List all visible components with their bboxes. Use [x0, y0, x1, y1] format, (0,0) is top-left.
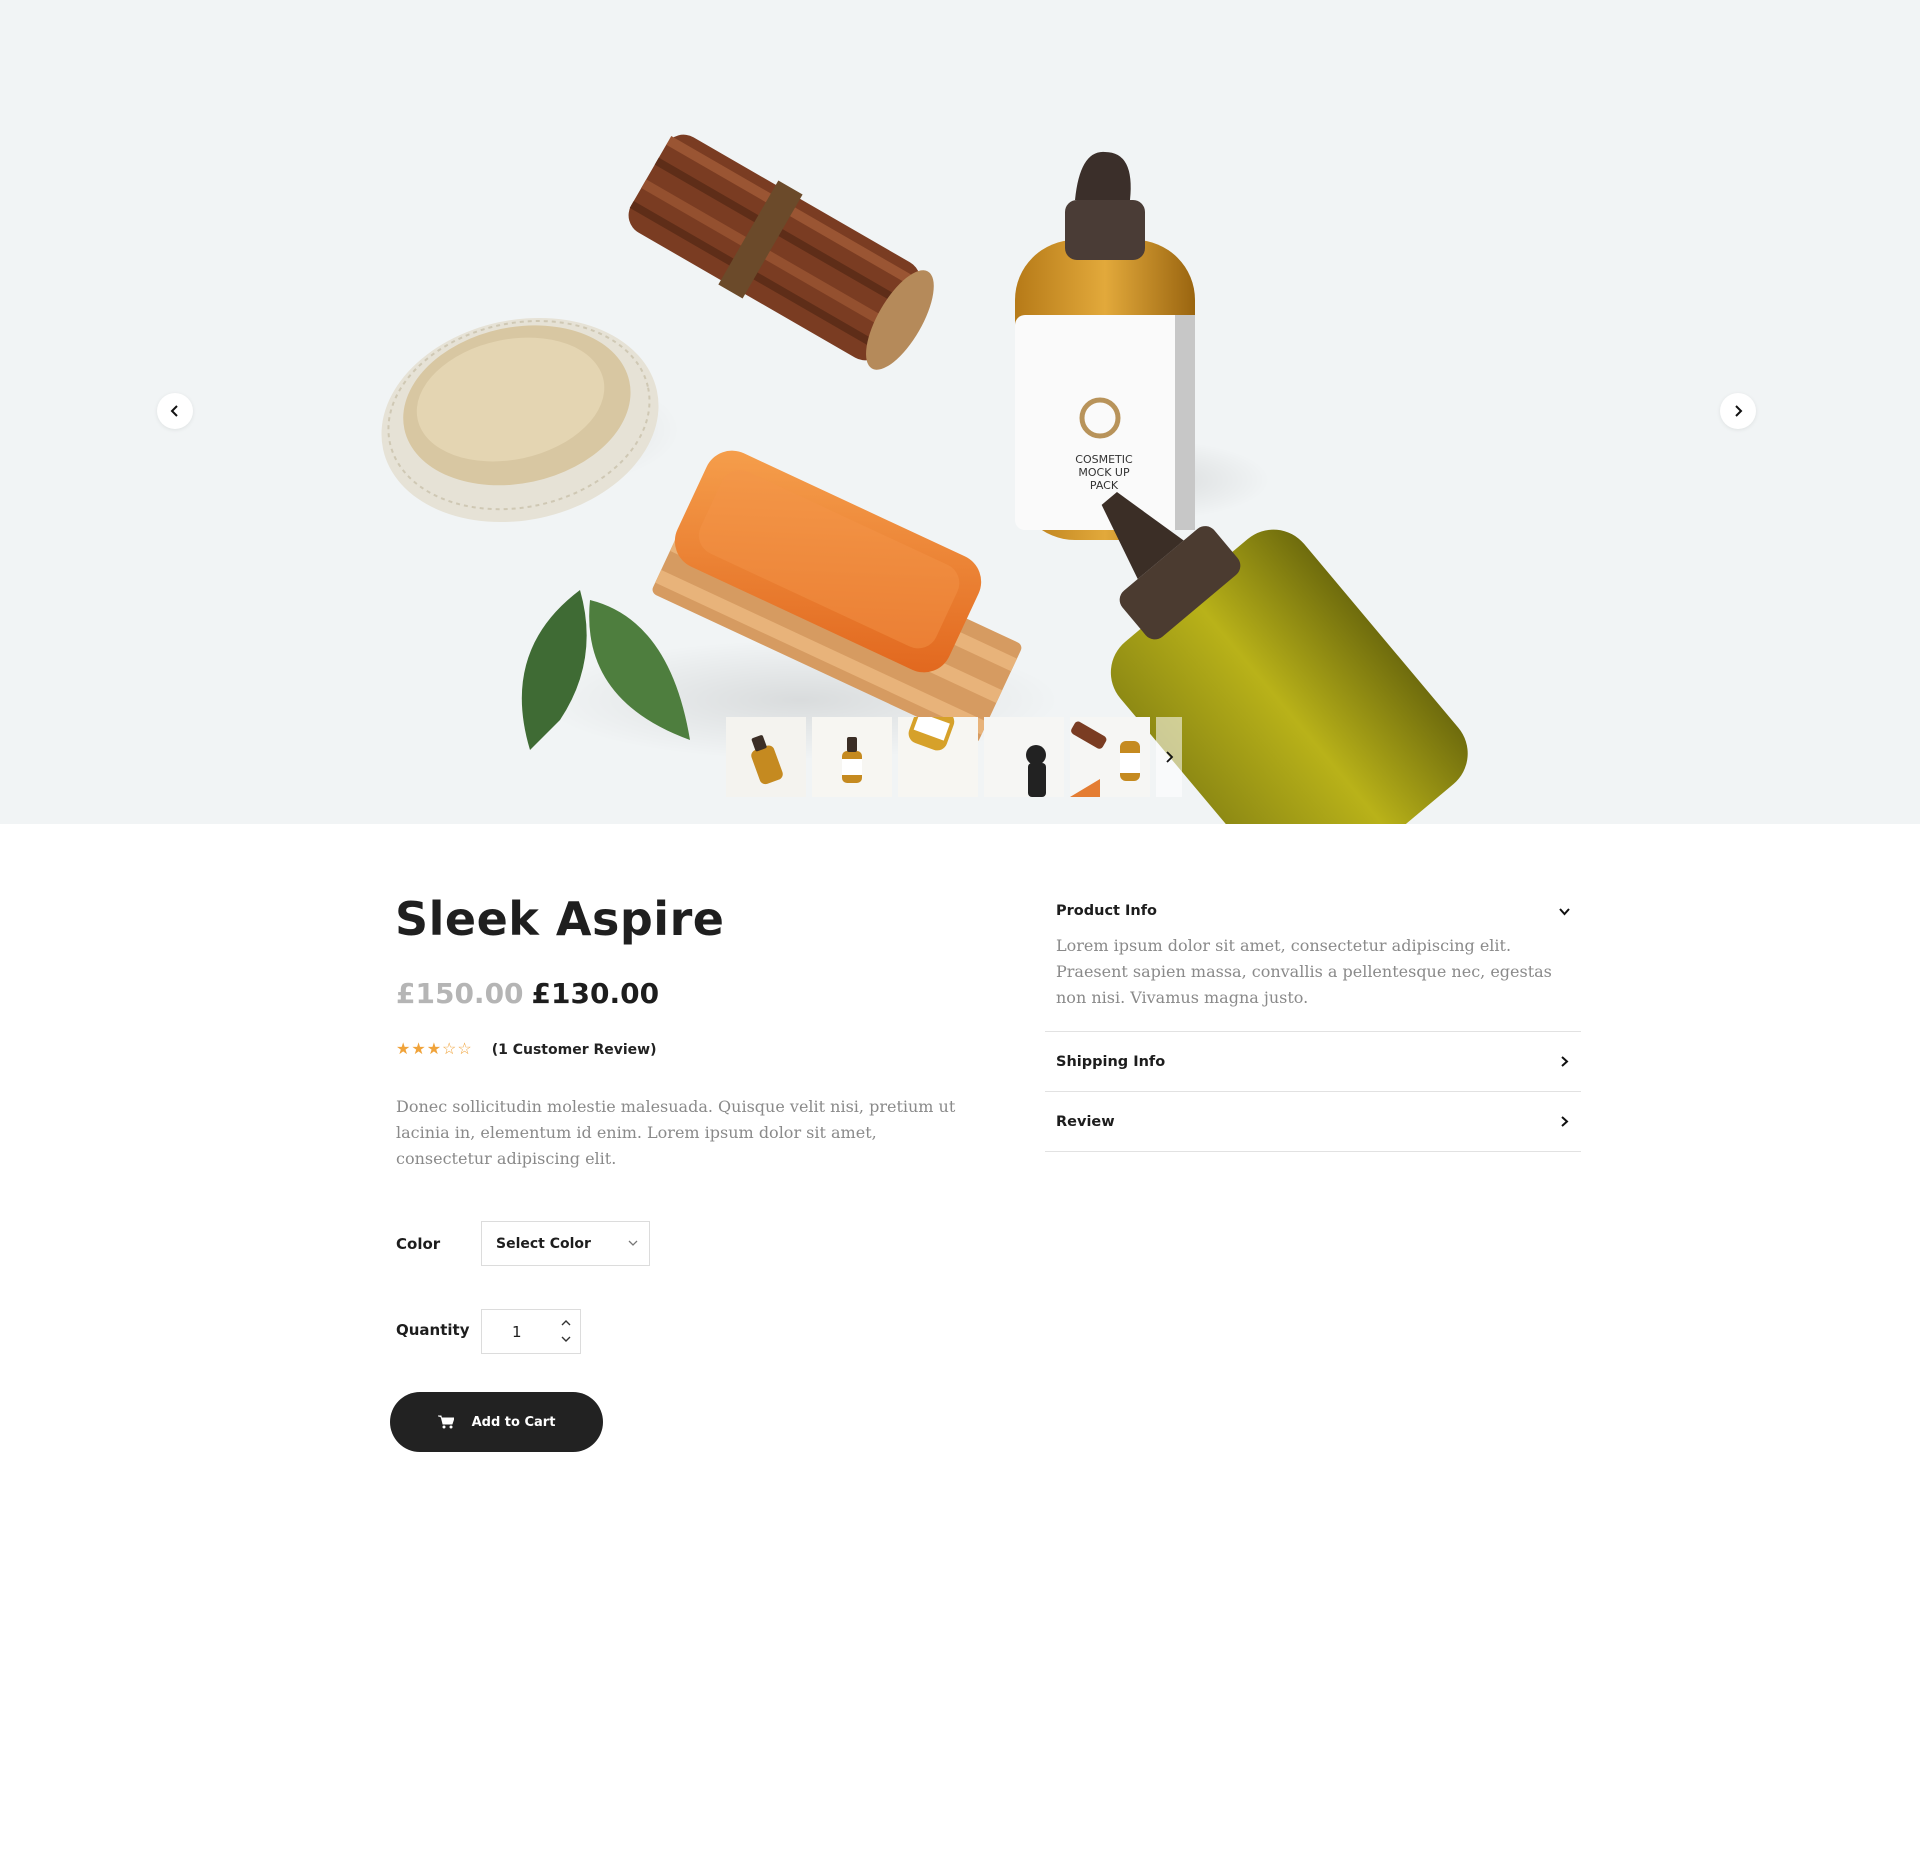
add-to-cart-label: Add to Cart — [471, 1414, 556, 1430]
accordion-body-product-info: Lorem ipsum dolor sit amet, consectetur … — [1056, 936, 1552, 1007]
color-select-value: Select Color — [496, 1235, 591, 1252]
svg-text:PACK: PACK — [1090, 479, 1119, 492]
quantity-value[interactable]: 1 — [512, 1323, 522, 1341]
price-row: £150.00 £130.00 — [396, 977, 659, 1010]
accordion-shipping-info: Shipping Info — [1045, 1032, 1581, 1092]
chevron-left-icon — [170, 405, 178, 417]
star-filled-icon: ★ — [396, 1041, 411, 1058]
quantity-label: Quantity — [396, 1321, 470, 1339]
star-empty-icon: ☆ — [457, 1041, 472, 1058]
chevron-right-icon — [1561, 1116, 1569, 1127]
color-label: Color — [396, 1235, 441, 1253]
product-gallery: COSMETIC MOCK UP PACK — [0, 0, 1920, 824]
product-hero-image: COSMETIC MOCK UP PACK — [380, 134, 1468, 824]
accordion-title: Review — [1056, 1113, 1115, 1130]
product-description: Donec sollicitudin molestie malesuada. Q… — [396, 1097, 956, 1168]
chevron-right-icon — [1735, 405, 1743, 417]
thumbnail-strip — [726, 717, 1182, 797]
accordion-product-info: Product Info Lorem ipsum dolor sit amet,… — [1045, 889, 1581, 1032]
review-count-link[interactable]: (1 Customer Review) — [492, 1042, 657, 1058]
thumbnail-next-button[interactable] — [1156, 717, 1182, 797]
chevron-down-icon — [1559, 907, 1570, 915]
rating-row: ★ ★ ★ ☆ ☆ (1 Customer Review) — [396, 1042, 657, 1059]
star-filled-icon: ★ — [426, 1041, 442, 1058]
accordion-review: Review — [1045, 1092, 1581, 1152]
thumb-dropper-bottle-white-label[interactable] — [812, 717, 892, 797]
thumb-cinnamon-and-bottle[interactable] — [1070, 717, 1150, 797]
accordion-header-review[interactable]: Review — [1045, 1092, 1581, 1151]
color-select[interactable]: Select Color — [481, 1221, 650, 1266]
star-rating: ★ ★ ★ ☆ ☆ — [396, 1042, 472, 1058]
accordion-title: Shipping Info — [1056, 1053, 1166, 1070]
chevron-up-icon[interactable] — [560, 1318, 572, 1328]
chevron-right-icon — [1561, 1056, 1569, 1067]
svg-text:MOCK UP: MOCK UP — [1078, 466, 1130, 479]
thumb-amber-dropper-bottle[interactable] — [726, 717, 806, 797]
chevron-down-icon[interactable] — [560, 1334, 572, 1344]
thumb-bottle-closeup[interactable] — [898, 717, 978, 797]
svg-text:COSMETIC: COSMETIC — [1075, 453, 1133, 466]
accordion-header-product-info[interactable]: Product Info — [1045, 889, 1581, 933]
star-filled-icon: ★ — [411, 1041, 426, 1058]
sale-price: £130.00 — [531, 977, 660, 1010]
gallery-next-button[interactable] — [1720, 393, 1756, 429]
gallery-prev-button[interactable] — [157, 393, 193, 429]
add-to-cart-button[interactable]: Add to Cart — [390, 1392, 603, 1452]
chevron-right-icon — [1166, 751, 1174, 763]
chevron-down-icon — [628, 1240, 638, 1246]
product-details-accordion: Product Info Lorem ipsum dolor sit amet,… — [1045, 889, 1581, 1152]
quantity-stepper[interactable]: 1 — [481, 1309, 581, 1354]
accordion-title: Product Info — [1056, 903, 1158, 919]
old-price: £150.00 — [396, 977, 524, 1010]
product-title: Sleek Aspire — [395, 892, 725, 946]
thumb-dark-pump-bottle[interactable] — [984, 717, 1064, 797]
cart-icon — [437, 1415, 454, 1429]
accordion-header-shipping-info[interactable]: Shipping Info — [1045, 1032, 1581, 1091]
star-empty-icon: ☆ — [442, 1041, 457, 1058]
